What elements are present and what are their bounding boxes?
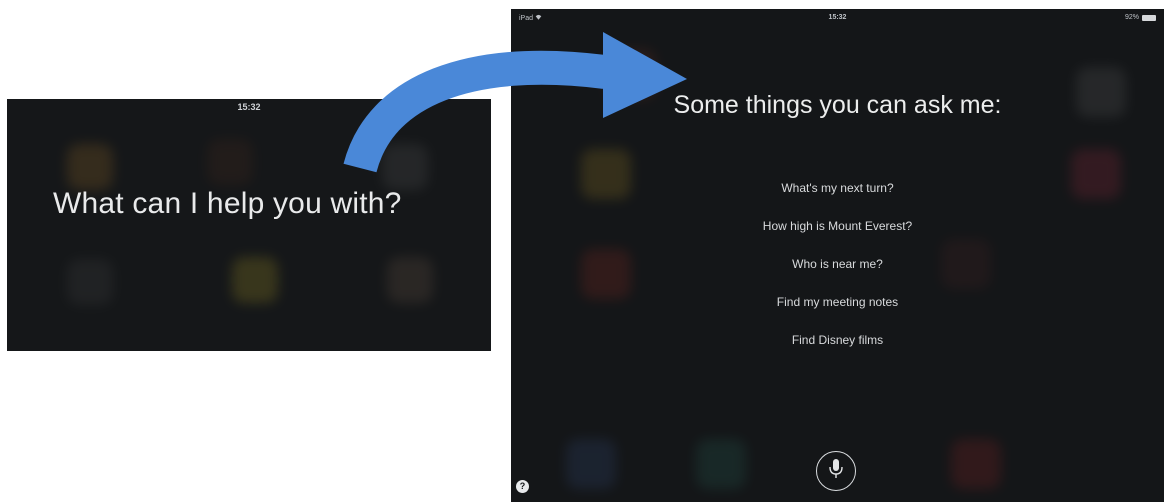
blurred-app-icon — [566, 439, 616, 489]
blurred-app-icon — [696, 439, 746, 489]
blurred-app-icon — [67, 144, 113, 190]
blurred-app-icon — [232, 257, 278, 303]
siri-prompt-screen: 15:32 What can I help you with? — [7, 99, 491, 351]
battery-icon — [1142, 14, 1156, 21]
status-battery: 92% — [1125, 14, 1156, 21]
blurred-app-icon — [387, 257, 433, 303]
status-time: 15:32 — [828, 14, 847, 21]
siri-suggestions-screen: iPad 15:32 92% Some things you can ask m… — [511, 9, 1164, 502]
blurred-app-icon — [207, 139, 253, 185]
siri-prompt-text: What can I help you with? — [53, 187, 402, 220]
status-time: 15:32 — [237, 102, 261, 112]
microphone-button[interactable] — [816, 451, 856, 491]
blurred-app-icon — [951, 439, 1001, 489]
blurred-app-icon — [382, 144, 428, 190]
blurred-app-icon — [67, 259, 113, 305]
suggestion-item[interactable]: Who is near me? — [511, 257, 1164, 295]
suggestion-item[interactable]: Find Disney films — [511, 333, 1164, 371]
microphone-icon — [828, 458, 844, 485]
suggestion-list: What's my next turn? How high is Mount E… — [511, 181, 1164, 371]
suggestion-item[interactable]: What's my next turn? — [511, 181, 1164, 219]
suggestion-item[interactable]: Find my meeting notes — [511, 295, 1164, 333]
suggestions-headline: Some things you can ask me: — [673, 91, 1002, 119]
status-bar: iPad 15:32 92% — [511, 9, 1164, 25]
help-icon[interactable]: ? — [516, 480, 529, 493]
suggestion-item[interactable]: How high is Mount Everest? — [511, 219, 1164, 257]
battery-percent: 92% — [1124, 14, 1139, 21]
